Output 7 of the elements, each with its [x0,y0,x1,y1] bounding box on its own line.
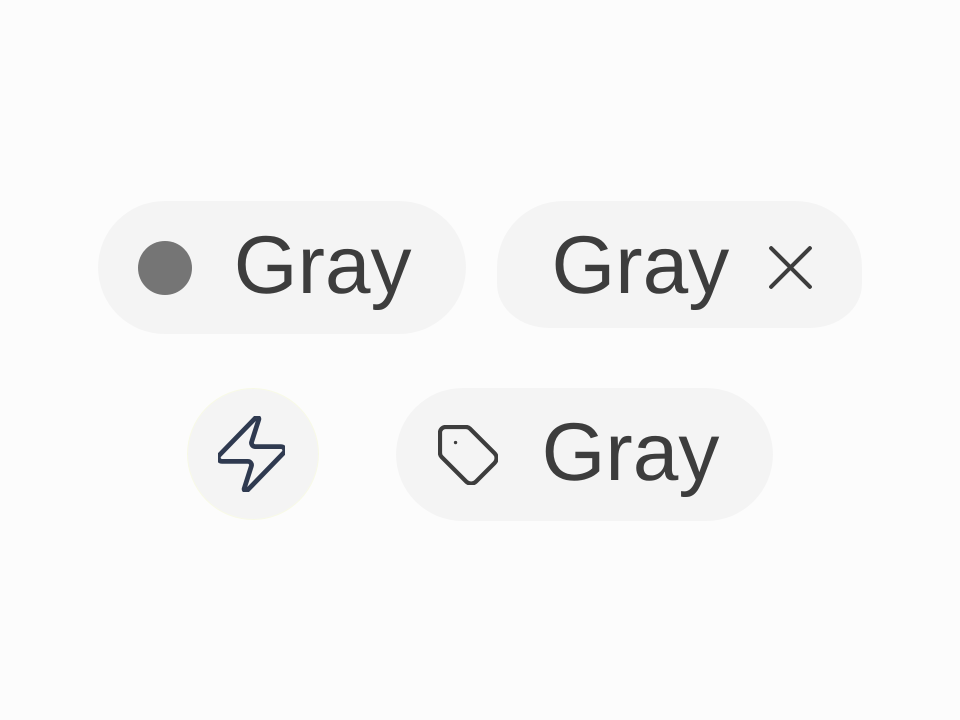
remove-button[interactable] [769,246,812,289]
chip-label: Gray [234,224,412,310]
close-icon [769,246,812,289]
lightning-icon [218,416,286,492]
tag-icon [438,424,498,484]
chip-label: Gray [552,224,730,310]
chip-label: Gray [542,412,720,498]
